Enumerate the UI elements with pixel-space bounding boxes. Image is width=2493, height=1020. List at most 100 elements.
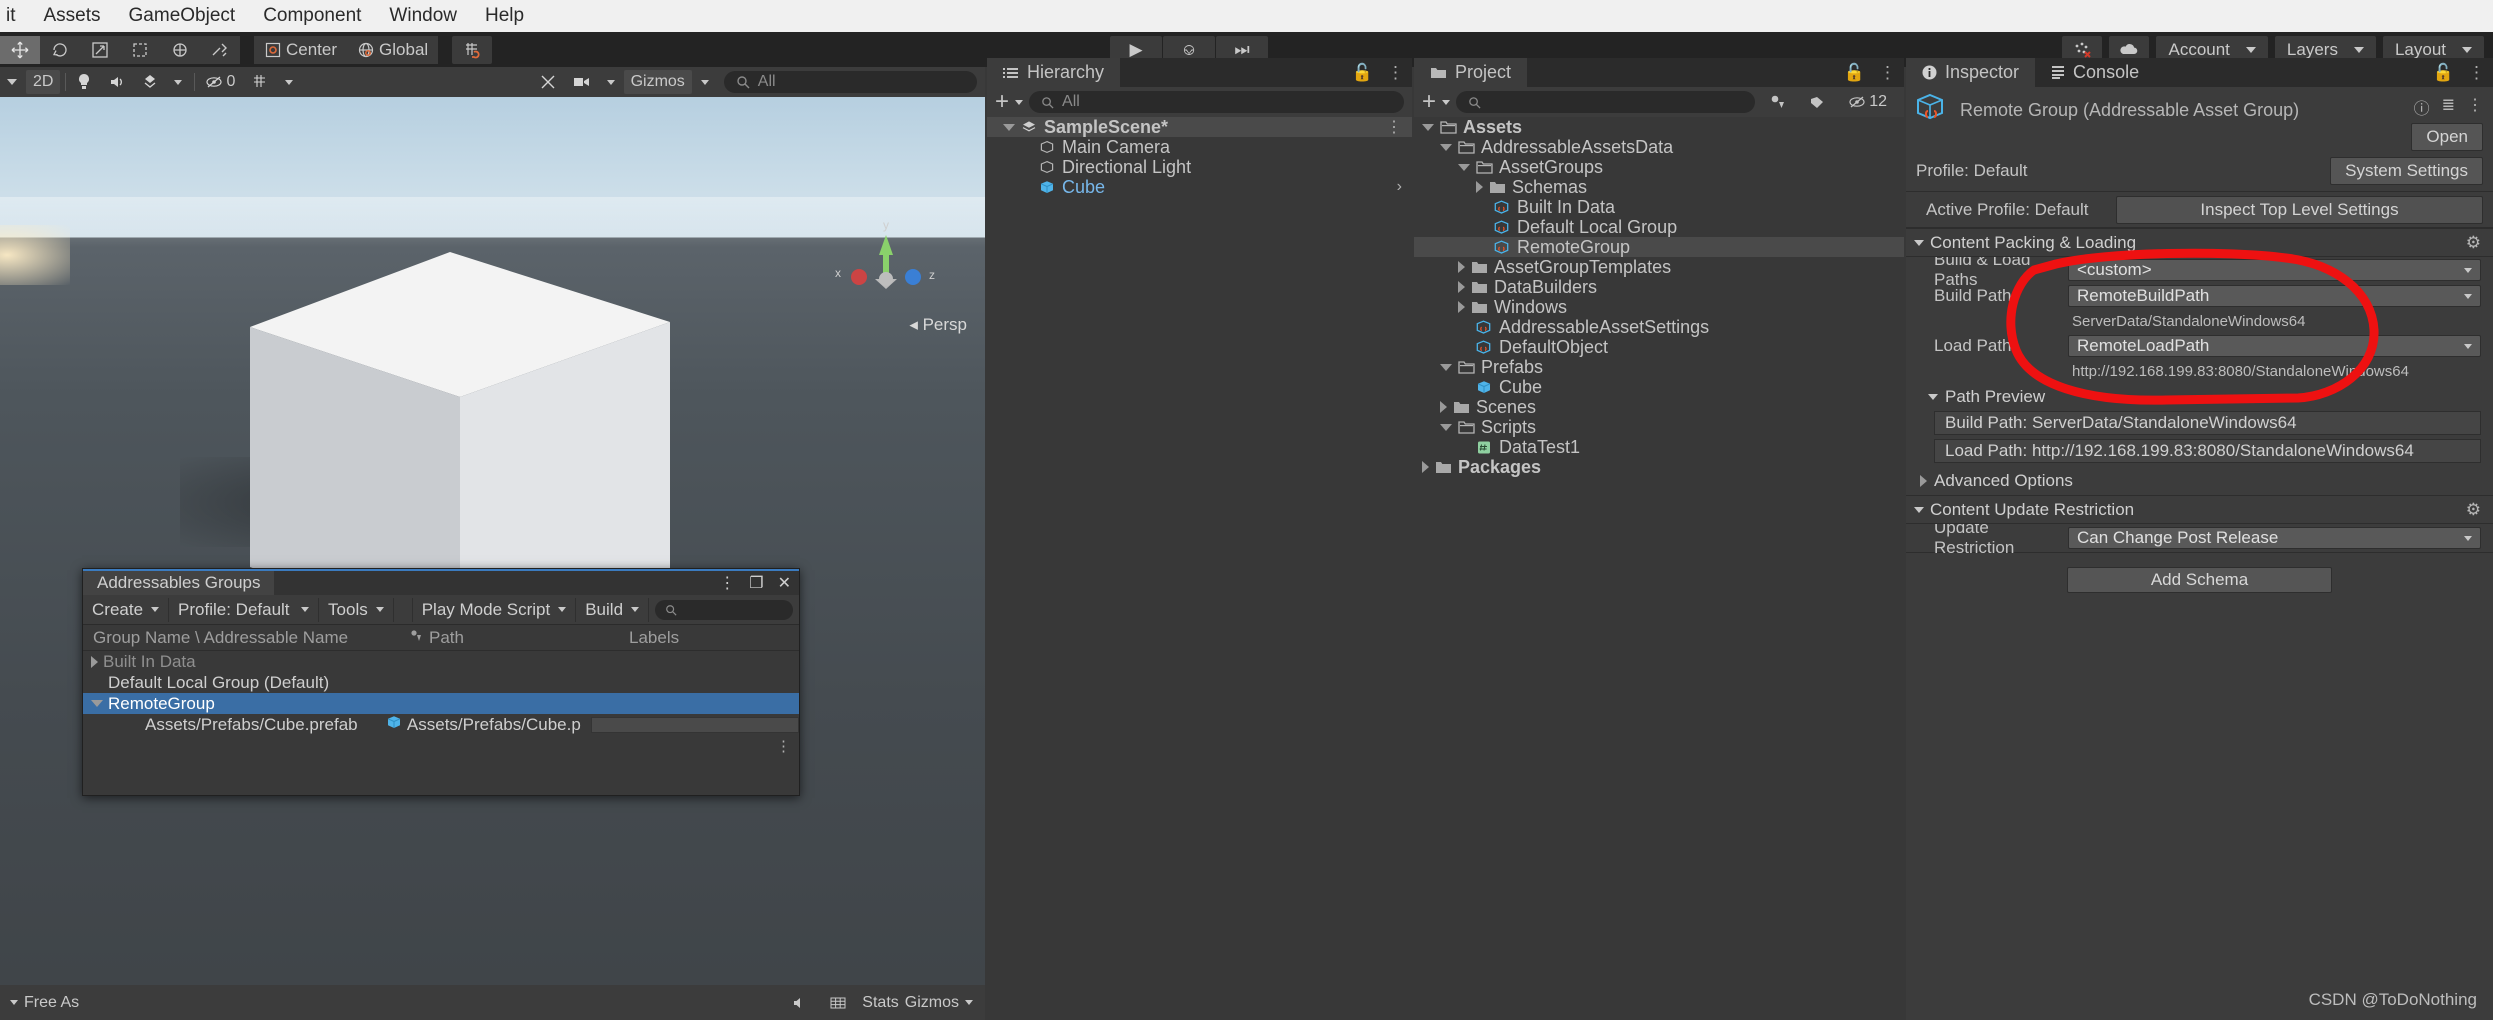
scale-tool-icon[interactable]	[80, 35, 120, 64]
chevron-right-icon[interactable]	[1440, 401, 1447, 413]
column-path[interactable]: Path	[429, 628, 629, 648]
aspect-dropdown-caret[interactable]	[10, 1000, 18, 1005]
gear-icon[interactable]: ⚙	[2466, 233, 2481, 253]
transform-tool-icon[interactable]	[160, 35, 200, 64]
build-path-dropdown[interactable]: RemoteBuildPath	[2068, 285, 2481, 307]
content-packing-section-header[interactable]: Content Packing & Loading ⚙	[1906, 228, 2493, 257]
open-button[interactable]: Open	[2411, 123, 2483, 151]
handle-rotation-button[interactable]: Global	[347, 35, 439, 64]
project-item-databuilders[interactable]: DataBuilders	[1414, 277, 1904, 297]
project-filter-type-icon[interactable]	[1761, 90, 1793, 114]
game-gizmos-caret[interactable]	[965, 1000, 973, 1005]
scene-gizmos-button[interactable]: Gizmos	[623, 70, 692, 94]
game-audio-icon[interactable]	[784, 991, 814, 1015]
draw-mode-dropdown[interactable]	[0, 70, 24, 94]
game-grid-icon[interactable]	[822, 991, 854, 1015]
pivot-mode-button[interactable]: Center	[254, 35, 348, 64]
addressables-row-menu-icon[interactable]: ⋮	[776, 737, 791, 755]
project-item-default-local-group[interactable]: Default Local Group	[1414, 217, 1904, 237]
move-tool-icon[interactable]	[0, 35, 40, 64]
chevron-right-icon[interactable]	[1422, 461, 1429, 473]
project-search-input[interactable]	[1456, 91, 1756, 113]
scene-fx-dropdown[interactable]	[167, 70, 189, 94]
system-settings-button[interactable]: System Settings	[2330, 157, 2483, 185]
hierarchy-tree[interactable]: SampleScene* ⋮ Main Camera Directional Ligh…	[987, 117, 1412, 197]
chevron-down-icon[interactable]	[1914, 506, 1924, 513]
menu-item-component[interactable]: Component	[249, 3, 375, 29]
inspect-top-level-settings-button[interactable]: Inspect Top Level Settings	[2116, 195, 2483, 224]
addressables-row-labels-cell[interactable]	[591, 716, 799, 733]
addressables-group-row[interactable]: RemoteGroup	[83, 693, 799, 714]
project-add-button[interactable]: +	[1422, 90, 1436, 114]
project-item-defaultobject[interactable]: DefaultObject	[1414, 337, 1904, 357]
addressables-search-input[interactable]	[655, 599, 793, 620]
build-load-paths-dropdown[interactable]: <custom>	[2068, 259, 2481, 281]
scene-grid-dropdown[interactable]	[278, 70, 300, 94]
addressables-group-row[interactable]: Built In Data	[83, 651, 799, 672]
scene-audio-icon[interactable]	[101, 70, 133, 94]
advanced-options-foldout[interactable]: Advanced Options	[1906, 467, 2493, 495]
hierarchy-add-button[interactable]: +	[995, 90, 1009, 114]
scene-context-menu-icon[interactable]: ⋮	[1386, 117, 1402, 137]
hierarchy-item-samplescene[interactable]: SampleScene* ⋮	[987, 117, 1412, 137]
tab-console[interactable]: Console	[2035, 58, 2156, 87]
scene-camera-dropdown[interactable]	[600, 70, 622, 94]
project-item-assetgroups[interactable]: AssetGroups	[1414, 157, 1904, 177]
column-labels[interactable]: Labels	[629, 628, 799, 648]
chevron-right-icon[interactable]	[1458, 281, 1465, 293]
chevron-down-icon[interactable]	[1458, 163, 1470, 171]
lock-icon[interactable]: 🔓	[2433, 63, 2454, 83]
chevron-right-icon[interactable]	[1458, 301, 1465, 313]
chevron-down-icon[interactable]	[1440, 363, 1452, 371]
help-icon[interactable]: ⓘ	[2414, 95, 2430, 119]
scene-axis-gizmo[interactable]: y x z	[831, 217, 941, 327]
free-aspect-label[interactable]: Free As	[24, 994, 79, 1012]
project-item-addressableassetsdata[interactable]: AddressableAssetsData	[1414, 137, 1904, 157]
panel-menu-icon[interactable]: ⋮	[2468, 63, 2485, 83]
project-item-cube[interactable]: Cube	[1414, 377, 1904, 397]
column-group-name[interactable]: Group Name \ Addressable Name	[83, 628, 403, 648]
chevron-right-icon[interactable]	[91, 655, 98, 668]
chevron-down-icon[interactable]	[1422, 123, 1434, 131]
chevron-right-icon[interactable]	[1476, 181, 1483, 193]
grid-snapping-button[interactable]	[452, 35, 493, 64]
chevron-down-icon[interactable]	[1440, 423, 1452, 431]
scene-component-tools-icon[interactable]	[532, 70, 564, 94]
menu-item-assets[interactable]: Assets	[30, 3, 115, 29]
chevron-down-icon[interactable]	[1440, 143, 1452, 151]
project-item-schemas[interactable]: Schemas	[1414, 177, 1904, 197]
project-tree[interactable]: Assets AddressableAssetsData AssetGroups Sc…	[1414, 117, 1904, 477]
project-hidden-packages[interactable]: 12	[1841, 90, 1894, 114]
addressables-build-dropdown[interactable]: Build	[576, 597, 650, 622]
project-item-packages[interactable]: Packages	[1414, 457, 1904, 477]
project-item-scenes[interactable]: Scenes	[1414, 397, 1904, 417]
window-menu-icon[interactable]: ⋮	[719, 573, 735, 593]
menu-item-help[interactable]: Help	[471, 3, 538, 29]
hierarchy-item-cube[interactable]: Cube ›	[987, 177, 1412, 197]
tab-inspector[interactable]: Inspector	[1906, 58, 2036, 87]
path-preview-foldout[interactable]: Path Preview	[1906, 383, 2493, 411]
addressables-playmode-script-dropdown[interactable]: Play Mode Script	[413, 597, 577, 622]
hierarchy-search-input[interactable]: All	[1029, 91, 1404, 113]
hierarchy-item-directional-light[interactable]: Directional Light	[987, 157, 1412, 177]
addressables-create-dropdown[interactable]: Create	[83, 597, 170, 622]
scene-fx-icon[interactable]	[135, 70, 165, 94]
project-filter-label-icon[interactable]	[1801, 90, 1833, 114]
window-maximize-icon[interactable]: ❐	[749, 573, 763, 593]
project-item-remotegroup[interactable]: RemoteGroup	[1414, 237, 1904, 257]
project-item-prefabs[interactable]: Prefabs	[1414, 357, 1904, 377]
project-item-assets[interactable]: Assets	[1414, 117, 1904, 137]
menu-item-edit[interactable]: it	[2, 3, 30, 29]
hierarchy-item-main-camera[interactable]: Main Camera	[987, 137, 1412, 157]
scene-viewport[interactable]: y x z ◂ Persp	[0, 97, 985, 1020]
addressables-rows[interactable]: Built In Data Default Local Group (Defaul…	[83, 651, 799, 735]
addressables-tools-dropdown[interactable]: Tools	[319, 597, 394, 622]
project-item-addressableassetsettings[interactable]: AddressableAssetSettings	[1414, 317, 1904, 337]
panel-menu-icon[interactable]: ⋮	[1879, 63, 1896, 83]
lock-icon[interactable]: 🔓	[1844, 63, 1865, 83]
game-gizmos-button[interactable]: Gizmos	[905, 994, 959, 1012]
scene-gizmos-dropdown[interactable]	[694, 70, 716, 94]
addressables-entry-row[interactable]: Assets/Prefabs/Cube.prefab Assets/Prefabs…	[83, 714, 799, 735]
load-path-dropdown[interactable]: RemoteLoadPath	[2068, 335, 2481, 357]
game-stats-button[interactable]: Stats	[862, 994, 898, 1012]
